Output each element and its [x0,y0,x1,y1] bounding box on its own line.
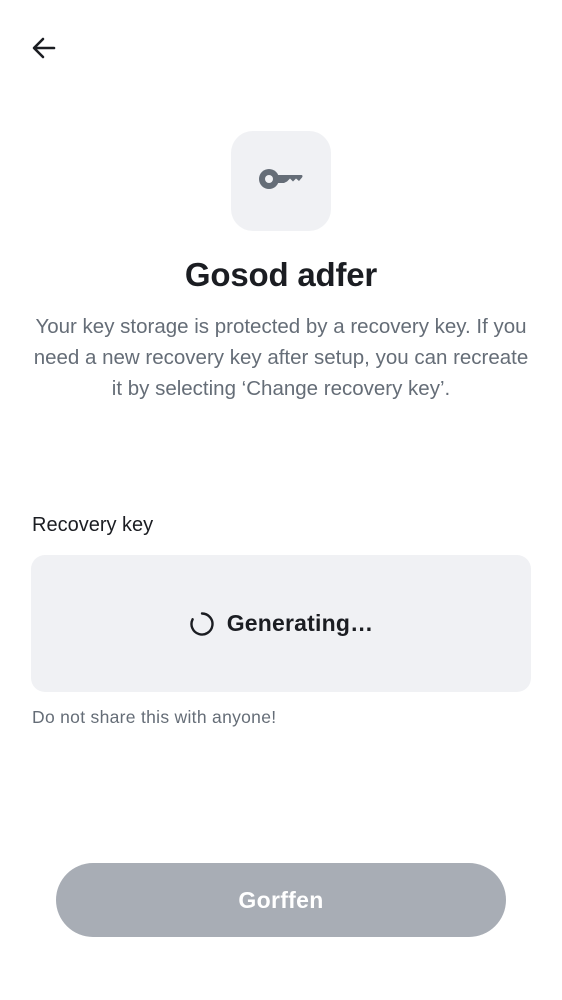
generating-status: Generating… [226,610,374,636]
back-button[interactable] [22,28,66,72]
key-icon-tile [231,131,331,231]
recovery-key-box: Generating… [31,555,531,692]
key-icon [257,165,305,198]
arrow-left-icon [30,34,58,67]
recovery-key-label: Recovery key [32,514,154,536]
page-description: Your key storage is protected by a recov… [33,315,529,400]
finish-button[interactable]: Gorffen [56,863,506,937]
share-warning-hint: Do not share this with anyone! [32,707,277,727]
page-title: Gosod adfer [184,256,378,293]
spinner-icon [189,611,215,637]
